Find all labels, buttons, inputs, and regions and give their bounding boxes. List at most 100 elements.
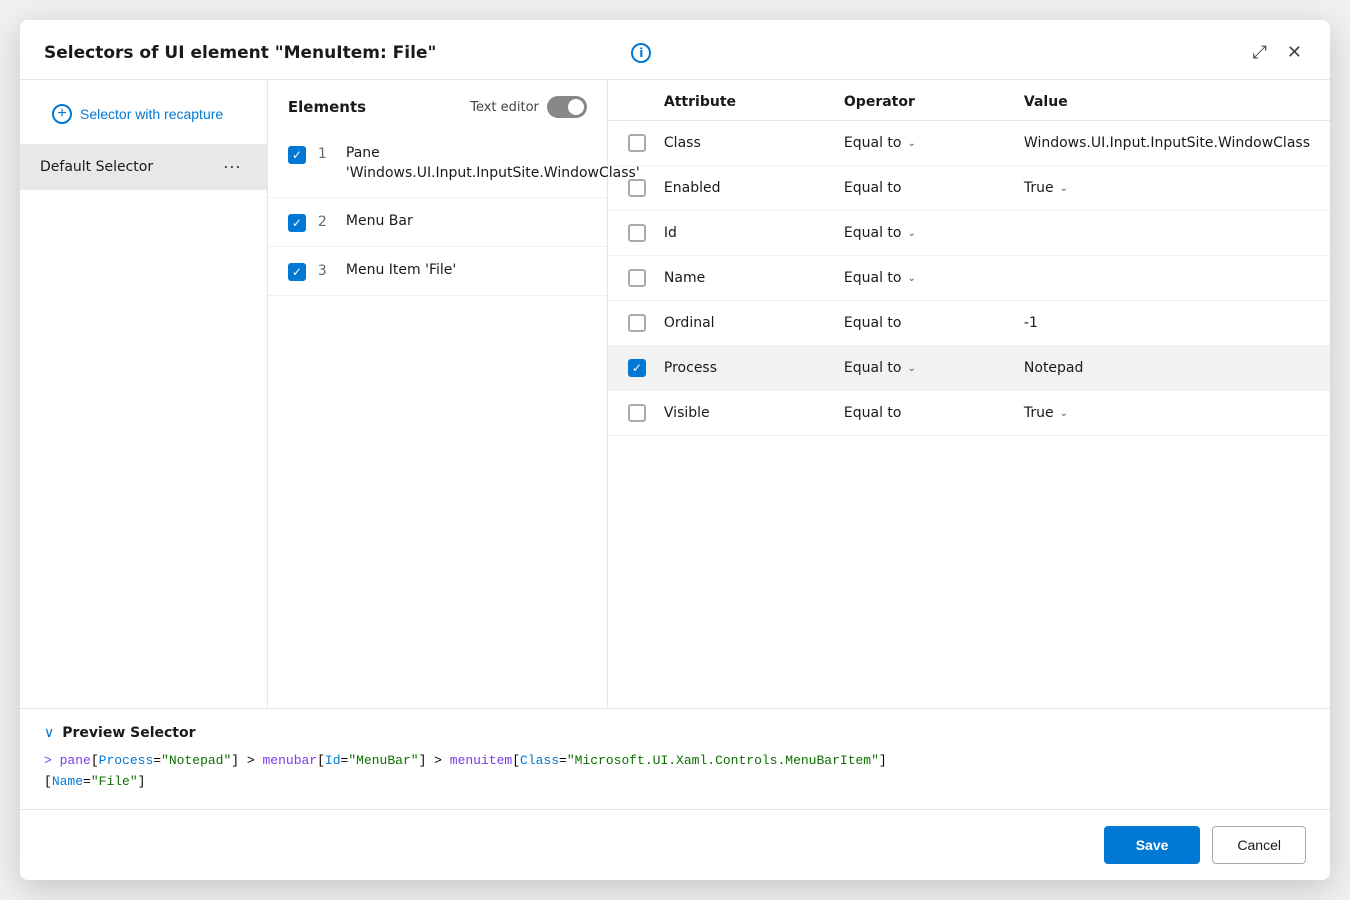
attr-operator-text: Equal to [844,315,902,331]
preview-code-part: pane [60,753,91,768]
preview-code-part: Name [52,774,83,789]
element-number: 1 [318,146,334,162]
attr-row[interactable]: VisibleEqual to True ⌄ [608,391,1330,436]
attr-row[interactable]: OrdinalEqual to -1 [608,301,1330,346]
preview-header[interactable]: ∨ Preview Selector [44,725,1306,741]
operator-chevron-icon[interactable]: ⌄ [908,228,916,239]
dialog-header: Selectors of UI element "MenuItem: File"… [20,20,1330,80]
attr-value: True ⌄ [1024,405,1310,421]
element-item[interactable]: ✓ 3 Menu Item 'File' [268,247,607,296]
attr-value-text: -1 [1024,315,1038,331]
attr-value-text: True [1024,180,1054,196]
operator-chevron-icon[interactable]: ⌄ [908,363,916,374]
cancel-button[interactable]: Cancel [1212,826,1306,864]
right-panel: Attribute Operator Value ClassEqual to⌄W… [608,80,1330,708]
attributes-header-row: Attribute Operator Value [608,80,1330,121]
attr-name: Id [664,225,844,241]
attr-value-text: Windows.UI.Input.InputSite.WindowClass [1024,135,1310,151]
attr-name: Enabled [664,180,844,196]
preview-code-part: ] > [231,753,262,768]
attr-operator: Equal to ⌄ [844,360,1024,376]
attr-operator: Equal to ⌄ [844,135,1024,151]
preview-code-part: = [153,753,161,768]
preview-code-part: "Microsoft.UI.Xaml.Controls.MenuBarItem" [567,753,879,768]
element-checkbox-checked[interactable]: ✓ [288,263,306,281]
attr-value-text: Notepad [1024,360,1084,376]
attr-checkbox-empty[interactable] [628,224,646,242]
attr-value: -1 [1024,315,1310,331]
dialog-body: + Selector with recapture Default Select… [20,80,1330,708]
attr-checkbox-empty[interactable] [628,134,646,152]
preview-code-part: "Notepad" [161,753,231,768]
attr-operator-text: Equal to [844,135,902,151]
close-button[interactable]: ✕ [1283,38,1306,67]
attr-value-text: True [1024,405,1054,421]
attr-operator-text: Equal to [844,225,902,241]
selector-item-label: Default Selector [40,159,153,175]
attr-row[interactable]: ClassEqual to ⌄ Windows.UI.Input.InputSite… [608,121,1330,166]
attr-row[interactable]: ✓ProcessEqual to⌄Notepad [608,346,1330,391]
value-header: Value [1024,94,1310,110]
preview-code-part: "File" [91,774,138,789]
attr-rows-container: ClassEqual to⌄Windows.UI.Input.InputSite… [608,121,1330,436]
attr-row[interactable]: NameEqual to⌄ [608,256,1330,301]
selector-more-button[interactable]: ⋯ [217,156,247,178]
element-text: Menu Item 'File' [346,261,456,281]
attr-name: Class [664,135,844,151]
dialog: Selectors of UI element "MenuItem: File"… [20,20,1330,880]
attr-checkbox-empty[interactable] [628,269,646,287]
attributes-table: Attribute Operator Value ClassEqual to⌄W… [608,80,1330,708]
attr-name: Visible [664,405,844,421]
attr-operator-text: Equal to [844,405,902,421]
operator-chevron-icon[interactable]: ⌄ [908,273,916,284]
preview-code-part: menubar [263,753,318,768]
element-number: 2 [318,214,334,230]
left-panel: + Selector with recapture Default Select… [20,80,268,708]
info-icon[interactable]: i [631,43,651,63]
preview-code-part: Id [325,753,341,768]
default-selector-item[interactable]: Default Selector ⋯ [20,144,267,190]
preview-code-part: ] > [419,753,450,768]
preview-arrow: > [44,753,60,768]
attr-operator: Equal to [844,405,1024,421]
text-editor-toggle-switch[interactable] [547,96,587,118]
attr-checkbox-empty[interactable] [628,179,646,197]
middle-panel: Elements Text editor ✓1Pane 'Windows.UI.… [268,80,608,708]
element-item[interactable]: ✓ 2 Menu Bar [268,198,607,247]
attr-checkbox-empty[interactable] [628,404,646,422]
plus-circle-icon: + [52,104,72,124]
attr-name: Ordinal [664,315,844,331]
element-checkbox-checked[interactable]: ✓ [288,146,306,164]
preview-code-part: [ [91,753,99,768]
element-item[interactable]: ✓1Pane 'Windows.UI.Input.InputSite.Windo… [268,130,607,198]
value-chevron-icon[interactable]: ⌄ [1060,183,1068,194]
preview-code-part: = [559,753,567,768]
middle-header: Elements Text editor [268,80,607,130]
add-selector-label: Selector with recapture [80,106,223,122]
preview-code-part: [ [512,753,520,768]
operator-chevron-icon[interactable]: ⌄ [908,138,916,149]
attr-value: Windows.UI.Input.InputSite.WindowClass [1024,135,1310,151]
attr-operator: Equal to ⌄ [844,225,1024,241]
attr-row[interactable]: EnabledEqual to True ⌄ [608,166,1330,211]
attr-operator: Equal to⌄ [844,270,1024,286]
attr-checkbox-checked[interactable]: ✓ [628,359,646,377]
operator-header: Operator [844,94,1024,110]
expand-button[interactable]: ⤢ [1249,38,1271,67]
attribute-header: Attribute [664,94,844,110]
attr-operator-text: Equal to [844,360,902,376]
add-selector-button[interactable]: + Selector with recapture [32,96,255,132]
attr-operator-text: Equal to [844,180,902,196]
preview-code-part: [ [317,753,325,768]
element-text: Menu Bar [346,212,413,232]
preview-code-part: Class [520,753,559,768]
element-checkbox-checked[interactable]: ✓ [288,214,306,232]
elements-list: ✓1Pane 'Windows.UI.Input.InputSite.Windo… [268,130,607,708]
value-chevron-icon[interactable]: ⌄ [1060,408,1068,419]
attr-row[interactable]: IdEqual to ⌄ [608,211,1330,256]
element-number: 3 [318,263,334,279]
attr-checkbox-empty[interactable] [628,314,646,332]
save-button[interactable]: Save [1104,826,1201,864]
dialog-title: Selectors of UI element "MenuItem: File" [44,43,621,63]
preview-code-part: = [83,774,91,789]
